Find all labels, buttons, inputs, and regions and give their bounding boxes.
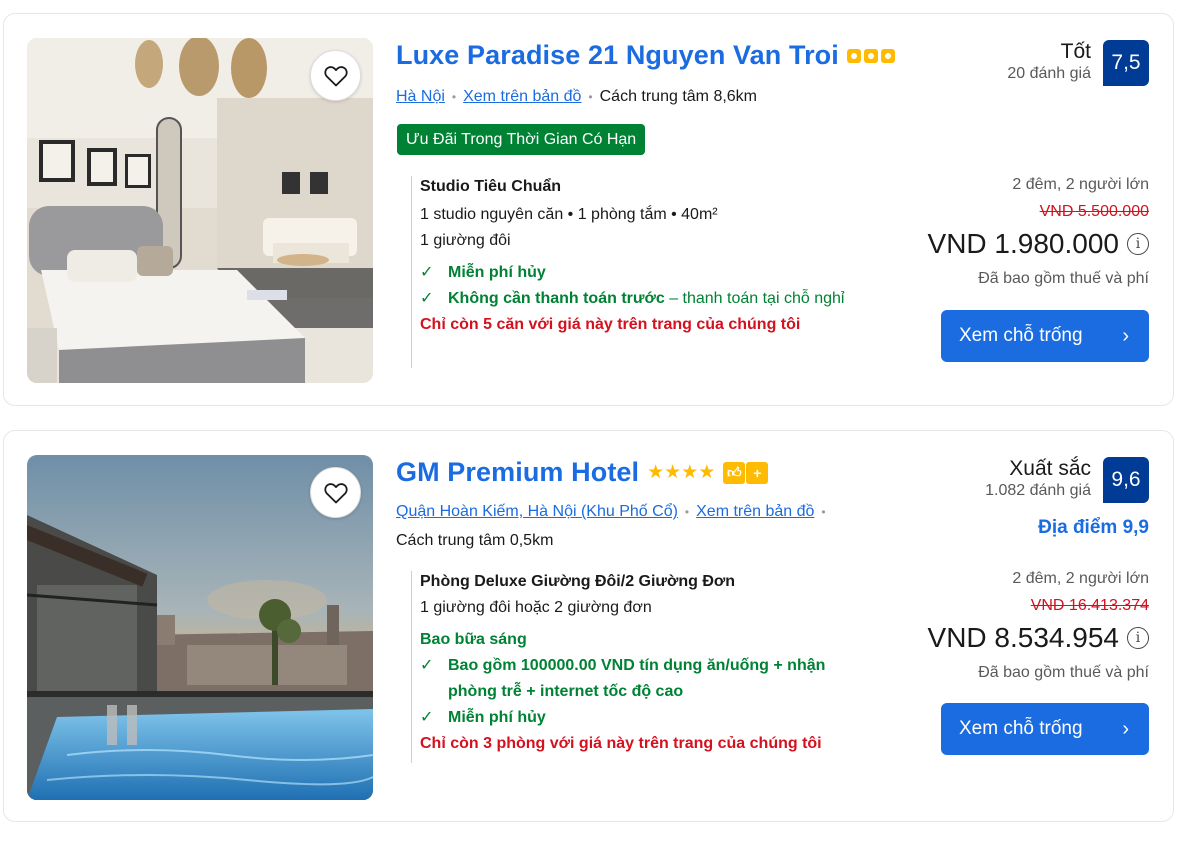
price-block: 2 đêm, 2 người lớn VND 5.500.000 VND 1.9…	[928, 174, 1149, 291]
score-badge: 7,5	[1103, 40, 1149, 86]
room-details: 1 studio nguyên căn • 1 phòng tắm • 40m²	[420, 206, 718, 223]
breakfast-included: Bao bữa sáng	[420, 631, 527, 648]
preferred-plus-badge-icon[interactable]: 👍︎ +	[723, 461, 769, 484]
review-score[interactable]: Xuất sắc 1.082 đánh giá 9,6	[985, 457, 1149, 503]
distance-row: Cách trung tâm 0,5km	[396, 532, 553, 550]
rating-word: Xuất sắc	[1009, 457, 1091, 480]
current-price: VND 8.534.954	[927, 622, 1119, 653]
separator-dot: •	[451, 90, 457, 104]
favorite-button[interactable]	[310, 467, 361, 518]
scarcity-message: Chỉ còn 5 căn với giá này trên trang của…	[420, 316, 801, 333]
tax-note: Đã bao gồm thuế và phí	[978, 270, 1149, 287]
room-name: Phòng Deluxe Giường Đôi/2 Giường Đơn	[420, 573, 736, 590]
perk-free-cancellation: ✓ Miễn phí hủy	[420, 705, 891, 731]
favorite-button[interactable]	[310, 50, 361, 101]
property-card[interactable]: GM Premium Hotel ★★★★ 👍︎ + Quận Hoàn Kiếm…	[3, 430, 1174, 822]
review-count: 20 đánh giá	[1007, 65, 1091, 82]
checkmark-icon: ✓	[420, 264, 434, 281]
original-price: VND 16.413.374	[1030, 597, 1149, 614]
chevron-right-icon: ›	[1122, 717, 1129, 740]
review-count: 1.082 đánh giá	[985, 482, 1091, 499]
see-availability-button[interactable]: Xem chỗ trống ›	[941, 703, 1149, 755]
review-score[interactable]: Tốt 20 đánh giá 7,5	[1007, 40, 1149, 86]
rating-word: Tốt	[1060, 40, 1091, 63]
scarcity-message: Chỉ còn 3 phòng với giá này trên trang c…	[420, 735, 822, 752]
location-score: Địa điểm 9,9	[1038, 517, 1149, 538]
checkmark-icon: ✓	[420, 657, 434, 674]
room-info: Studio Tiêu Chuẩn 1 studio nguyên căn • …	[411, 176, 891, 368]
distance-text: Cách trung tâm 8,6km	[599, 88, 758, 105]
separator-dot: •	[588, 90, 593, 104]
room-info: Phòng Deluxe Giường Đôi/2 Giường Đơn 1 g…	[411, 571, 891, 763]
show-on-map-link[interactable]: Xem trên bản đồ	[463, 88, 581, 106]
location-link[interactable]: Quận Hoàn Kiếm, Hà Nội (Khu Phố Cổ)	[396, 503, 678, 521]
stay-info: 2 đêm, 2 người lớn	[1012, 176, 1149, 193]
checkmark-icon: ✓	[420, 709, 434, 726]
property-photo[interactable]	[27, 455, 373, 800]
cta-label: Xem chỗ trống	[959, 325, 1083, 346]
property-card[interactable]: Luxe Paradise 21 Nguyen Van Troi Hà Nội …	[3, 13, 1174, 406]
separator-dot: •	[821, 505, 826, 519]
property-photo[interactable]	[27, 38, 373, 383]
location-row: Hà Nội • Xem trên bản đồ • Cách trung tâ…	[396, 88, 757, 106]
heart-outline-icon	[323, 65, 348, 86]
hotel-name-link[interactable]: GM Premium Hotel	[396, 457, 639, 488]
info-circle-icon[interactable]: i	[1127, 233, 1149, 255]
location-row: Quận Hoàn Kiếm, Hà Nội (Khu Phố Cổ) • Xe…	[396, 503, 826, 521]
distance-text: Cách trung tâm 0,5km	[396, 532, 554, 549]
title-row: GM Premium Hotel ★★★★ 👍︎ +	[396, 457, 769, 488]
bed-info: 1 giường đôi hoặc 2 giường đơn	[420, 599, 652, 616]
room-name: Studio Tiêu Chuẩn	[420, 178, 562, 195]
show-on-map-link[interactable]: Xem trên bản đồ	[696, 503, 814, 521]
quality-dots-icon	[846, 48, 895, 63]
title-row: Luxe Paradise 21 Nguyen Van Troi	[396, 40, 895, 71]
bed-info: 1 giường đôi	[420, 232, 511, 249]
checkmark-icon: ✓	[420, 290, 434, 307]
heart-outline-icon	[323, 482, 348, 503]
star-rating-icon: ★★★★	[647, 462, 716, 483]
thumbs-up-icon: 👍︎	[723, 461, 746, 484]
cta-label: Xem chỗ trống	[959, 718, 1083, 739]
tax-note: Đã bao gồm thuế và phí	[978, 664, 1149, 681]
perk-free-cancellation: ✓ Miễn phí hủy	[420, 260, 891, 286]
current-price: VND 1.980.000	[927, 228, 1119, 259]
hotel-name-link[interactable]: Luxe Paradise 21 Nguyen Van Troi	[396, 40, 839, 71]
location-link[interactable]: Hà Nội	[396, 88, 445, 106]
score-badge: 9,6	[1103, 457, 1149, 503]
perk-no-prepayment: ✓ Không cần thanh toán trước – thanh toá…	[420, 286, 891, 312]
price-block: 2 đêm, 2 người lớn VND 16.413.374 VND 8.…	[928, 568, 1149, 685]
chevron-right-icon: ›	[1122, 324, 1129, 347]
perk-credit: ✓ Bao gồm 100000.00 VND tín dụng ăn/uống…	[420, 653, 891, 705]
info-circle-icon[interactable]: i	[1127, 627, 1149, 649]
separator-dot: •	[684, 505, 690, 519]
stay-info: 2 đêm, 2 người lớn	[1012, 570, 1149, 587]
limited-time-deal-badge: Ưu Đãi Trong Thời Gian Có Hạn	[397, 124, 646, 155]
original-price: VND 5.500.000	[1039, 203, 1149, 220]
see-availability-button[interactable]: Xem chỗ trống ›	[941, 310, 1149, 362]
plus-icon: +	[746, 461, 769, 484]
